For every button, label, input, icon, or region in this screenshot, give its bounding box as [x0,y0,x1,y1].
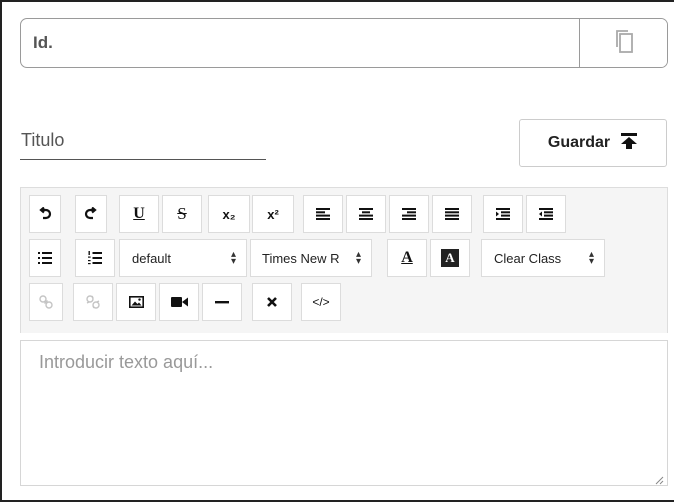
clear-format-icon [266,296,278,308]
id-input[interactable] [21,19,579,67]
indent-button[interactable] [483,195,523,233]
subscript-button[interactable]: x₂ [208,195,250,233]
title-field [20,122,266,160]
link-icon [39,295,53,309]
outdent-icon [539,208,553,220]
link-button[interactable] [29,283,63,321]
align-left-icon [316,208,330,220]
code-view-icon: </> [312,295,330,309]
align-left-button[interactable] [303,195,343,233]
horizontal-rule-button[interactable] [202,283,242,321]
outdent-button[interactable] [526,195,566,233]
code-view-button[interactable]: </> [301,283,341,321]
editor-body [20,340,668,486]
video-icon [170,296,188,308]
underline-button[interactable]: U [119,195,159,233]
bullet-list-button[interactable] [29,239,61,277]
select-caret-icon: ▴ ▾ [230,249,236,267]
bullet-list-icon [38,252,52,264]
resize-grip-icon[interactable] [654,472,664,485]
align-right-button[interactable] [389,195,429,233]
copy-button[interactable] [579,19,667,67]
superscript-button[interactable]: x² [252,195,294,233]
save-button[interactable]: Guardar [519,119,667,167]
save-button-label: Guardar [547,134,611,151]
redo-button[interactable] [75,195,107,233]
upload-to-top-icon [620,132,638,155]
class-select[interactable]: Clear Class ▴ ▾ [481,239,605,277]
format-select-value: default [132,250,172,266]
align-center-button[interactable] [346,195,386,233]
subscript-icon: x₂ [222,206,236,222]
undo-icon [38,207,52,221]
strikethrough-icon: S [177,204,187,223]
id-field-group [20,18,668,68]
select-caret-icon: ▴ ▾ [355,249,361,267]
font-color-icon: A [401,249,413,266]
format-select[interactable]: default ▴ ▾ [119,239,247,277]
video-button[interactable] [159,283,199,321]
unlink-icon [86,295,100,309]
copy-icon [613,28,635,59]
font-family-select[interactable]: Times New R ▴ ▾ [250,239,372,277]
editor-textarea[interactable] [21,341,667,485]
background-color-button[interactable]: A [430,239,470,277]
align-center-icon [359,208,373,220]
superscript-icon: x² [267,206,279,222]
indent-icon [496,208,510,220]
align-justify-icon [445,208,459,220]
horizontal-rule-icon [215,300,229,304]
select-caret-icon: ▴ ▾ [588,249,594,267]
numbered-list-button[interactable] [75,239,115,277]
background-color-icon: A [441,249,459,267]
align-right-icon [402,208,416,220]
editor-toolbar: U S x₂ x² default ▴ ▾ Times New R ▴ ▾ A … [20,187,668,333]
numbered-list-icon [88,251,102,265]
font-color-button[interactable]: A [387,239,427,277]
font-family-value: Times New R [262,250,340,266]
title-input[interactable] [20,122,266,159]
align-justify-button[interactable] [432,195,472,233]
clear-format-button[interactable] [252,283,292,321]
unlink-button[interactable] [73,283,113,321]
strikethrough-button[interactable]: S [162,195,202,233]
image-icon [128,296,144,308]
redo-icon [84,207,98,221]
underline-icon: U [133,205,145,222]
class-select-value: Clear Class [494,250,562,266]
undo-button[interactable] [29,195,61,233]
image-button[interactable] [116,283,156,321]
